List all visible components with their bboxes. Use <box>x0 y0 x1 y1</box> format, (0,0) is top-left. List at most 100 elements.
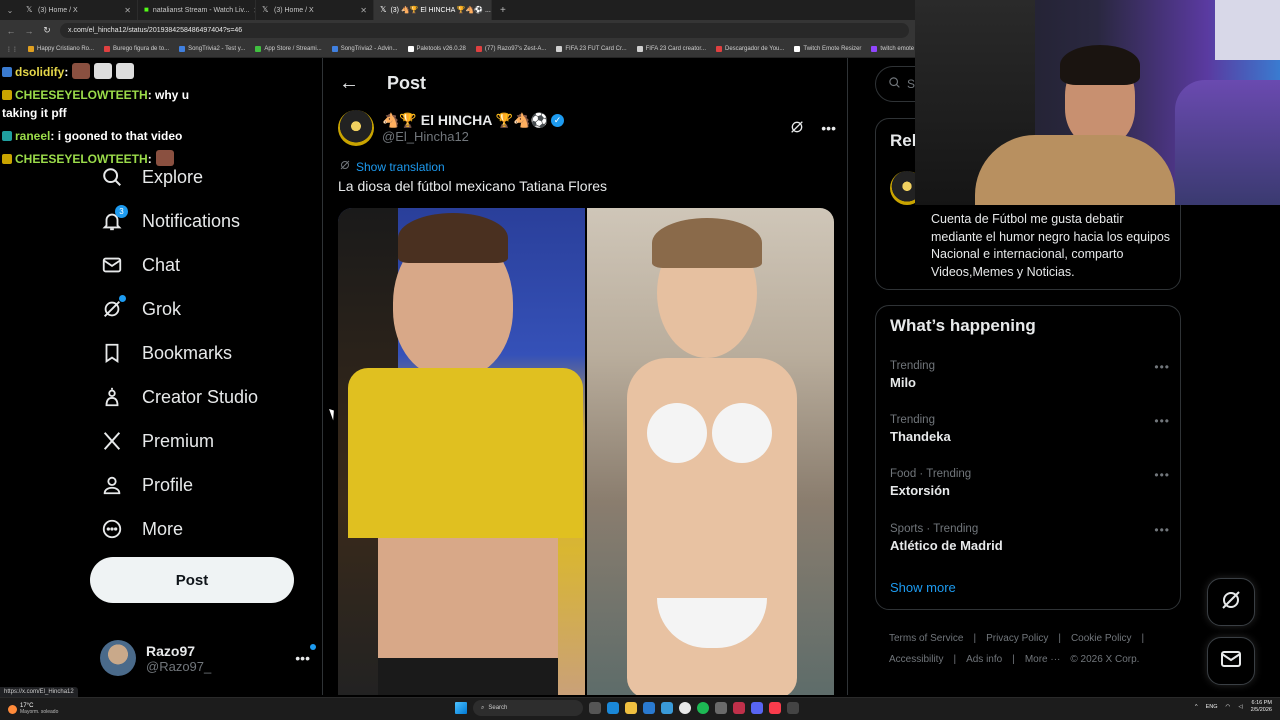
author-name[interactable]: 🐴🏆 El HINCHA 🏆🐴⚽ <box>382 112 548 129</box>
sidebar-item-grok[interactable]: Grok <box>100 294 181 324</box>
sidebar-item-premium[interactable]: Premium <box>100 426 214 456</box>
app-icon[interactable] <box>715 702 727 714</box>
bookmark-item[interactable]: Burego figura de to... <box>104 46 169 52</box>
bookmark-favicon-icon <box>871 46 878 52</box>
wifi-icon[interactable]: ◠ <box>1226 704 1231 710</box>
bookmark-item[interactable]: FIFA 23 FUT Card Cr... <box>556 46 627 52</box>
browser-tab-strip: ⌄ 𝕏 (3) Home / X ✕ ■ natalianst Stream - Wa… <box>0 0 915 20</box>
grok-icon <box>1219 588 1243 617</box>
creator-icon <box>100 385 124 409</box>
app-icon[interactable] <box>787 702 799 714</box>
relevant-title: Rel <box>890 131 917 150</box>
sidebar-item-profile[interactable]: Profile <box>100 470 193 500</box>
bookmark-item[interactable]: FIFA 23 Card creator... <box>636 46 706 52</box>
trend-more-icon[interactable]: ••• <box>1154 360 1170 374</box>
media-image-right[interactable] <box>587 208 834 695</box>
x-favicon-icon: 𝕏 <box>26 5 33 14</box>
spotify-icon[interactable] <box>697 702 709 714</box>
chevron-up-icon[interactable]: ^ <box>1195 704 1198 710</box>
post-media[interactable] <box>338 208 834 695</box>
footer-link[interactable]: Ads info <box>966 654 1002 665</box>
forward-icon[interactable]: → <box>24 26 34 36</box>
show-more-link[interactable]: Show more <box>890 580 956 595</box>
browser-tab-1[interactable]: 𝕏 (3) Home / X ✕ <box>20 0 138 20</box>
trend-more-icon[interactable]: ••• <box>1154 468 1170 482</box>
trend-item[interactable]: Food · Trending Extorsión ••• <box>890 468 1170 498</box>
volume-icon[interactable]: ◁ <box>1238 704 1242 710</box>
grok-fab-button[interactable] <box>1207 578 1255 626</box>
clock[interactable]: 6:16 PM 2/5/2026 <box>1251 700 1272 714</box>
person-icon <box>100 473 124 497</box>
discord-icon[interactable] <box>751 702 763 714</box>
chrome-icon[interactable] <box>679 702 691 714</box>
author-handle[interactable]: @El_Hincha12 <box>382 129 564 144</box>
lang-indicator[interactable]: ENG <box>1206 704 1218 710</box>
bookmark-item[interactable]: Descargador de You... <box>716 46 784 52</box>
bookmark-favicon-icon <box>556 46 563 52</box>
show-translation-link[interactable]: Show translation <box>339 159 445 174</box>
footer-link[interactable]: Accessibility <box>889 654 943 665</box>
browser-tab-4[interactable]: 𝕏(3) 🐴🏆 El HINCHA 🏆🐴⚽ ...✕ <box>374 0 492 20</box>
trend-item[interactable]: Trending Milo ••• <box>890 360 1170 390</box>
badge-icon <box>2 131 12 141</box>
weather-widget[interactable]: 17°C Mayorm. soleado <box>0 703 200 715</box>
bookmark-item[interactable]: Happy Cristiano Ro... <box>28 46 94 52</box>
footer-link[interactable]: Privacy Policy <box>986 633 1048 644</box>
url-field[interactable]: x.com/el_hincha12/status/201938425848649… <box>60 23 909 38</box>
close-icon[interactable]: ✕ <box>124 6 131 15</box>
windows-start-icon[interactable] <box>455 702 467 714</box>
store-icon[interactable] <box>643 702 655 714</box>
bookmark-item[interactable]: Twitch Emote Resizer <box>794 46 861 52</box>
bookmark-item[interactable]: App Store / Streami... <box>255 46 322 52</box>
bookmark-item[interactable]: (77) Razo97's Zest-A... <box>475 46 546 52</box>
trend-item[interactable]: Trending Thandeka ••• <box>890 414 1170 444</box>
avatar <box>100 640 136 676</box>
account-more-icon[interactable]: ••• <box>295 644 316 666</box>
sidebar-item-bookmarks[interactable]: Bookmarks <box>100 338 232 368</box>
close-icon[interactable]: ✕ <box>360 6 367 15</box>
bookmark-item[interactable]: SongTrivia2 - Test y... <box>179 46 245 52</box>
footer-link[interactable]: Cookie Policy <box>1071 633 1132 644</box>
new-tab-button[interactable]: + <box>492 5 514 16</box>
sidebar-item-chat[interactable]: Chat <box>100 250 180 280</box>
reload-icon[interactable]: ↻ <box>42 25 52 36</box>
media-image-left[interactable] <box>338 208 585 695</box>
bookmark-item[interactable]: SongTrivia2 - Advin... <box>331 46 398 52</box>
trend-item[interactable]: Sports · Trending Atlético de Madrid ••• <box>890 523 1170 553</box>
bookmark-favicon-icon <box>794 46 801 52</box>
browser-tab-2[interactable]: ■natalianst Stream - Watch Liv...✕ <box>138 0 256 20</box>
trend-more-icon[interactable]: ••• <box>1154 523 1170 537</box>
sun-icon <box>8 704 17 714</box>
file-explorer-icon[interactable] <box>625 702 637 714</box>
post-button[interactable]: Post <box>90 557 294 603</box>
obs-icon[interactable] <box>733 702 745 714</box>
bookmark-item[interactable]: twitch emote re... <box>871 46 915 52</box>
music-icon[interactable] <box>769 702 781 714</box>
sidebar-item-notifications[interactable]: 3 Notifications <box>100 205 240 236</box>
bookmark-item[interactable]: Paletools v26.0.28 <box>407 46 466 52</box>
trend-more-icon[interactable]: ••• <box>1154 414 1170 428</box>
tab-search-icon[interactable]: ⌄ <box>0 6 20 15</box>
apps-grid-icon[interactable]: ⋮⋮ <box>6 46 18 53</box>
address-bar-row: ← → ↻ x.com/el_hincha12/status/201938425… <box>0 20 915 41</box>
account-handle: @Razo97_ <box>146 658 212 674</box>
account-dot-badge <box>310 644 316 650</box>
more-options-icon[interactable]: ••• <box>821 120 836 136</box>
x-logo-icon <box>100 429 124 453</box>
sidebar-item-creator-studio[interactable]: Creator Studio <box>100 382 258 412</box>
messages-fab-button[interactable] <box>1207 637 1255 685</box>
grok-icon[interactable] <box>789 119 805 138</box>
sidebar-item-more[interactable]: More <box>100 514 183 544</box>
taskbar-search[interactable]: ⌕ Search <box>473 700 583 716</box>
footer-link[interactable]: More ··· <box>1025 654 1061 665</box>
emote-icon <box>94 63 113 79</box>
edge-icon[interactable] <box>607 702 619 714</box>
account-switcher[interactable]: Razo97 @Razo97_ ••• <box>100 638 316 678</box>
browser-tab-3[interactable]: 𝕏 (3) Home / X ✕ <box>256 0 374 20</box>
back-icon[interactable]: ← <box>6 26 16 36</box>
author-avatar[interactable] <box>338 110 374 146</box>
footer-link[interactable]: Terms of Service <box>889 633 963 644</box>
task-view-icon[interactable] <box>589 702 601 714</box>
back-arrow-icon[interactable]: ← <box>339 72 359 95</box>
mail-app-icon[interactable] <box>661 702 673 714</box>
